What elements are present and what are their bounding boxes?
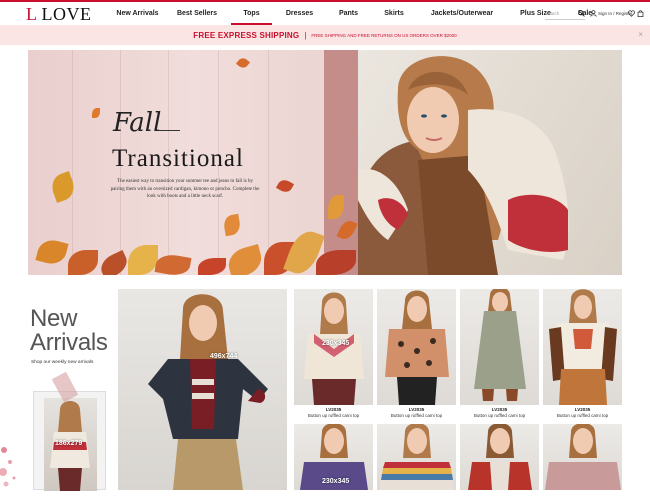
heart-icon[interactable] [628,10,635,17]
product-sku: LV2035 [491,407,508,412]
product-card[interactable] [460,424,539,490]
product-sku: LV2035 [574,407,591,412]
featured-small-card[interactable]: 186x279 [33,391,106,491]
search-icon[interactable] [578,10,585,17]
product-name[interactable]: Button up ruffled cami top [460,413,539,418]
product-card[interactable]: LV2035 Button up ruffled cami top [460,289,539,418]
model-illustration [380,424,454,490]
paint-splatter-decoration [0,447,16,487]
product-sku: LV2035 [325,407,342,412]
hero-banner[interactable]: Fall Transitional The easiest way to tra… [28,50,622,275]
product-image [377,424,456,490]
promo-separator: | [304,30,307,40]
product-card[interactable]: 230x345 LV2035 Button up ruffled cami to… [294,289,373,418]
close-icon[interactable]: × [638,30,643,39]
promo-sub-text: FREE SHIPPING AND FREE RETURNS ON US ORD… [311,32,457,38]
wood-plank-line [268,50,269,275]
product-sku: LV2035 [408,407,425,412]
model-illustration [468,424,532,490]
user-icon[interactable] [590,10,597,17]
model-illustration [385,290,449,405]
nav-item-best-sellers[interactable]: Best Sellers [163,2,231,26]
site-header: L LOVE New Arrivals Best Sellers Tops Dre… [0,2,650,26]
model-illustration [545,424,621,490]
product-image [460,424,539,490]
nav-item-jackets-outerwear[interactable]: Jackets/Outerwear [418,2,506,26]
image-dimension-label: 186x279 [55,440,83,447]
promo-banner: FREE EXPRESS SHIPPING | FREE SHIPPING AN… [0,25,650,45]
nav-item-new-arrivals[interactable]: New Arrivals [112,2,163,26]
product-name[interactable]: Button up ruffled cami top [543,413,622,418]
hero-model-illustration [358,56,569,275]
new-arrivals-title-line1: New [30,305,78,332]
featured-large-card[interactable]: 496x744 [118,289,287,490]
logo-letter: L [26,4,38,24]
product-image: 230x345 [294,289,373,405]
product-name[interactable]: Button up ruffled cami top [294,413,373,418]
product-card[interactable] [377,424,456,490]
product-card[interactable]: LV2035 Button up ruffled cami top [543,289,622,418]
hero-model-photo [358,50,622,275]
model-illustration [304,292,364,405]
nav-item-pants[interactable]: Pants [327,2,370,26]
image-dimension-label: 230x345 [322,478,350,485]
brand-logo[interactable]: L LOVE [26,4,92,25]
model-illustration [549,289,617,405]
model-illustration [148,294,268,490]
product-name[interactable]: Button up ruffled cami top [377,413,456,418]
shopping-bag-icon[interactable] [637,10,644,17]
product-image [543,424,622,490]
product-image: 230x345 [294,424,373,490]
wood-plank-line [72,50,73,275]
product-card[interactable]: LV2035 Button up ruffled cami top [377,289,456,418]
logo-word: LOVE [41,4,92,24]
nav-item-skirts[interactable]: Skirts [370,2,418,26]
hero-divider [158,130,180,131]
model-illustration [474,289,526,401]
hero-description: The easiest way to transition your summe… [110,179,260,199]
image-dimension-label: 496x744 [210,353,238,360]
product-image [460,289,539,405]
nav-item-dresses[interactable]: Dresses [272,2,327,26]
hero-title: Transitional [112,145,244,172]
promo-main-text[interactable]: FREE EXPRESS SHIPPING [193,31,299,40]
product-image [543,289,622,405]
image-dimension-label: 230x345 [322,340,350,347]
product-card[interactable] [543,424,622,490]
nav-item-tops[interactable]: Tops [231,2,272,26]
hero-pink-strip [324,50,358,275]
product-image [377,289,456,405]
new-arrivals-title: New Arrivals [30,307,108,355]
new-arrivals-subtitle: Shop our weekly new arrivals [31,360,94,365]
hero-script-text: Fall [113,108,162,138]
product-card[interactable]: 230x345 [294,424,373,490]
main-nav: New Arrivals Best Sellers Tops Dresses P… [112,2,605,26]
new-arrivals-title-line2: Arrivals [30,329,108,356]
